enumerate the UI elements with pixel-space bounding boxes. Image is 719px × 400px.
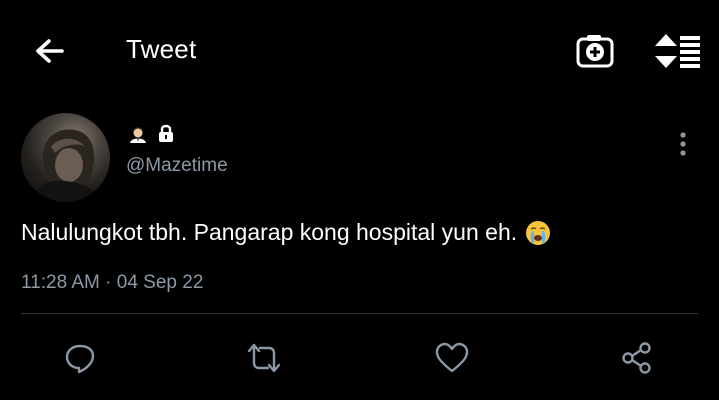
user-handle[interactable]: @Mazetime <box>126 155 228 177</box>
like-button[interactable] <box>432 338 472 378</box>
lock-icon <box>159 124 173 142</box>
reply-button[interactable] <box>60 338 100 378</box>
reply-icon <box>65 344 95 374</box>
arrow-left-icon <box>36 39 64 63</box>
avatar[interactable] <box>21 113 110 202</box>
tweet-actions-bar <box>0 330 719 390</box>
page-title: Tweet <box>126 34 197 64</box>
display-name[interactable] <box>128 122 176 144</box>
divider <box>21 313 698 314</box>
sort-button[interactable] <box>652 30 702 72</box>
top-app-bar: Tweet <box>0 0 719 100</box>
camera-plus-icon <box>576 35 614 68</box>
retweet-button[interactable] <box>244 338 284 378</box>
like-icon <box>435 342 469 373</box>
more-options-button[interactable] <box>670 130 696 158</box>
share-button[interactable] <box>617 338 657 378</box>
share-icon <box>622 342 651 374</box>
tweet-text-content: Nalulungkot tbh. Pangarap kong hospital … <box>21 219 518 245</box>
more-vertical-icon <box>680 132 686 156</box>
crying-face-emoji-icon <box>526 220 551 245</box>
sort-list-icon <box>655 34 700 68</box>
retweet-icon <box>247 343 281 373</box>
camera-button[interactable] <box>573 30 617 72</box>
tweet-timestamp[interactable]: 11:28 AM · 04 Sep 22 <box>21 272 203 294</box>
person-emoji-icon <box>130 127 146 143</box>
back-button[interactable] <box>30 32 70 72</box>
tweet-text: Nalulungkot tbh. Pangarap kong hospital … <box>21 219 551 246</box>
avatar-photo <box>31 129 101 202</box>
